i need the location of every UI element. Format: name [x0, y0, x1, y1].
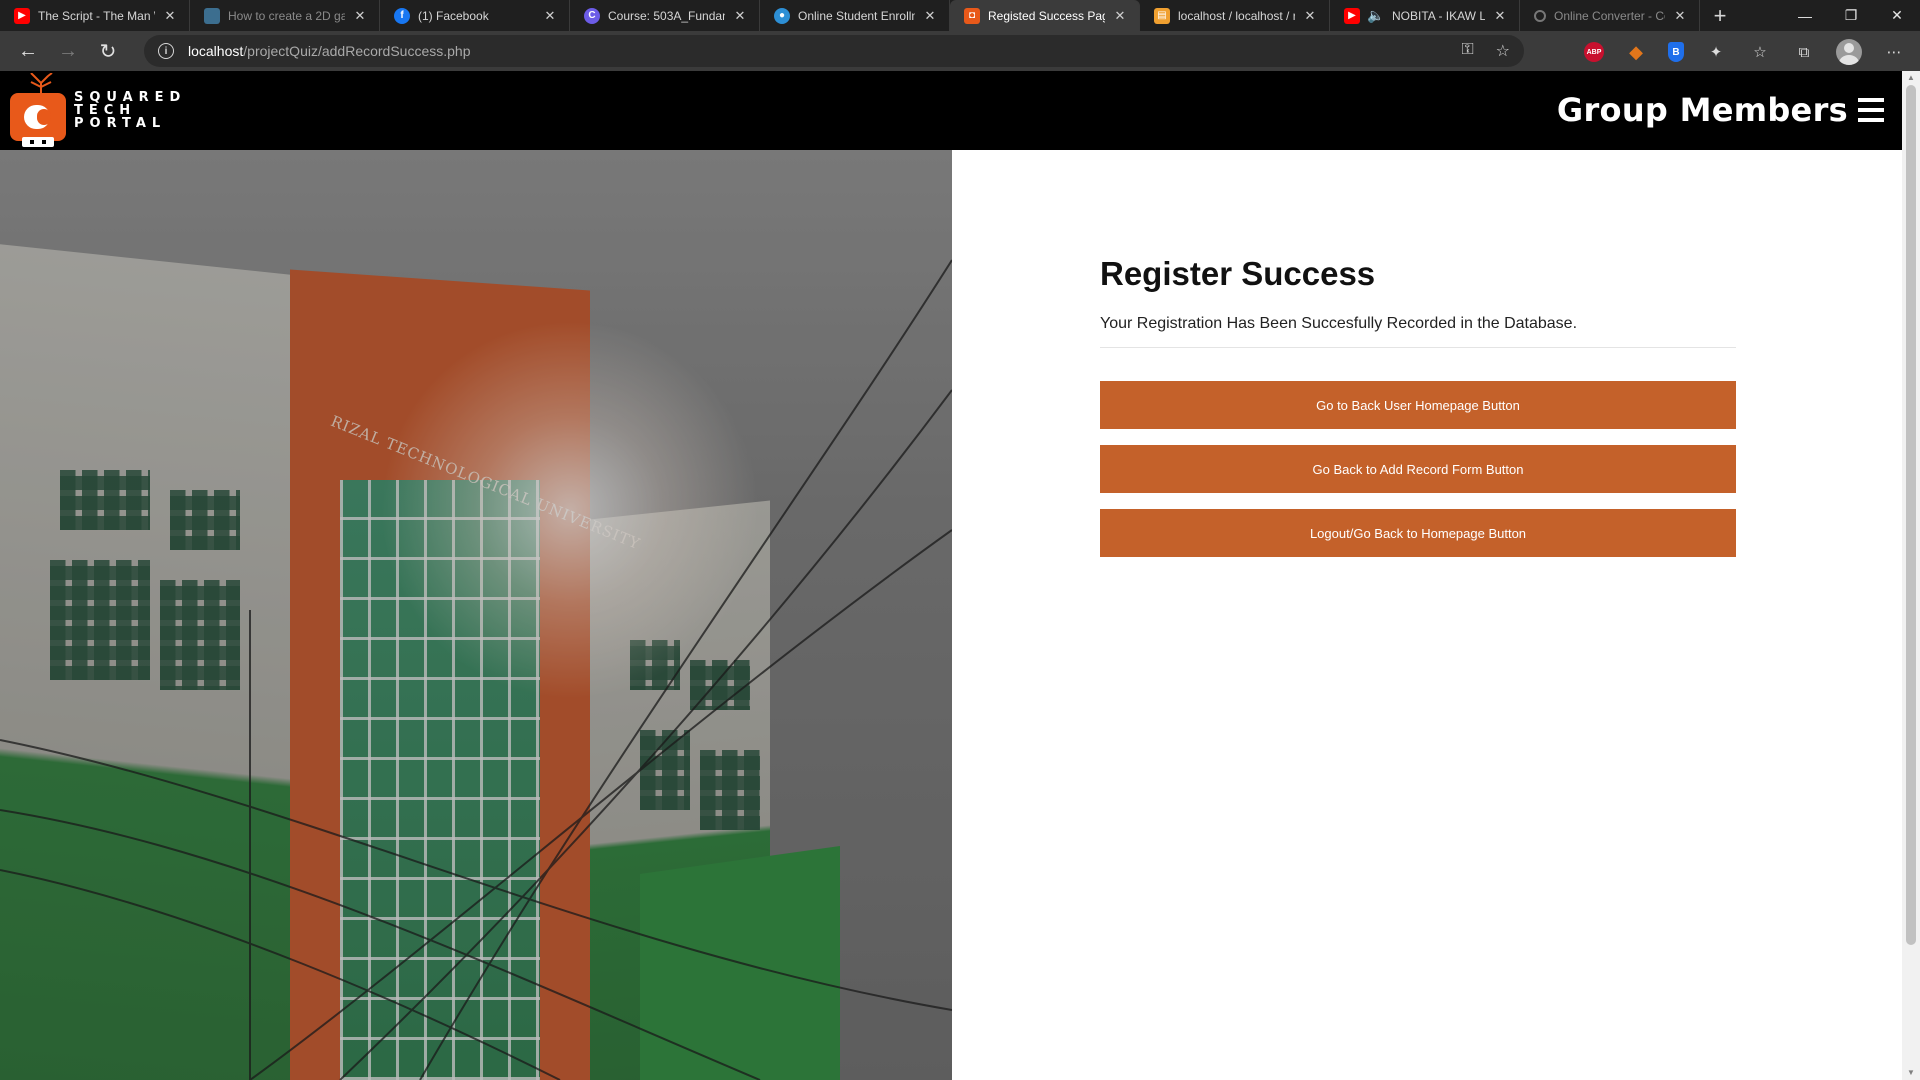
- close-tab-icon[interactable]: ✕: [1301, 8, 1319, 24]
- youtube-icon: ▶: [1344, 7, 1360, 24]
- adblock-icon[interactable]: ABP: [1584, 42, 1604, 62]
- browser-tab[interactable]: ▤ localhost / localhost / r ✕: [1140, 0, 1330, 31]
- scrollbar-thumb[interactable]: [1906, 85, 1916, 945]
- tree-icon: [30, 73, 53, 95]
- extensions-puzzle-icon[interactable]: ✦: [1704, 40, 1728, 64]
- restore-icon[interactable]: ❐: [1828, 0, 1874, 31]
- browser-tab[interactable]: ● Online Student Enrollm ✕: [760, 0, 950, 31]
- enroll-icon: ●: [774, 7, 790, 24]
- site-header: SQUARED TECH PORTAL Group Members: [0, 71, 1902, 150]
- browser-tab[interactable]: ▶ 🔈 NOBITA - IKAW LA ✕: [1330, 0, 1520, 31]
- forward-arrow-icon[interactable]: →: [48, 31, 88, 71]
- scroll-down-icon[interactable]: ▼: [1906, 1068, 1916, 1078]
- close-tab-icon[interactable]: ✕: [921, 8, 939, 24]
- url-path: /projectQuiz/addRecordSuccess.php: [243, 43, 471, 59]
- minimize-icon[interactable]: —: [1782, 0, 1828, 31]
- youtube-icon: ▶: [14, 7, 30, 24]
- reload-icon[interactable]: ↻: [88, 31, 128, 71]
- tab-title: Course: 503A_Fundame: [608, 8, 725, 23]
- more-menu-icon[interactable]: ⋯: [1882, 40, 1906, 64]
- loading-icon: [1534, 9, 1546, 22]
- phpmyadmin-icon: ▤: [1154, 7, 1170, 24]
- close-tab-icon[interactable]: ✕: [1111, 8, 1129, 24]
- tab-title: Online Converter - Co: [1554, 8, 1665, 23]
- tab-title: Registed Success Page: [988, 8, 1105, 23]
- success-message: Your Registration Has Been Succesfully R…: [1100, 315, 1736, 348]
- speaker-icon[interactable]: 🔈: [1367, 7, 1384, 24]
- site-info-icon[interactable]: i: [158, 43, 174, 59]
- html-icon: ◘: [964, 7, 980, 24]
- logout-button[interactable]: Logout/Go Back to Homepage Button: [1100, 509, 1736, 557]
- action-buttons: Go to Back User Homepage Button Go Back …: [1100, 381, 1736, 557]
- tab-title: How to create a 2D gar: [228, 8, 345, 23]
- page-title: Register Success: [1100, 255, 1376, 292]
- close-tab-icon[interactable]: ✕: [1671, 8, 1689, 24]
- tab-title: Online Student Enrollm: [798, 8, 915, 23]
- hero-image: RIZAL TECHNOLOGICAL UNIVERSITY: [0, 150, 952, 1080]
- browser-tab[interactable]: ▶ The Script - The Man W ✕: [0, 0, 190, 31]
- browser-tab[interactable]: Online Converter - Co ✕: [1520, 0, 1700, 31]
- close-tab-icon[interactable]: ✕: [731, 8, 749, 24]
- close-window-icon[interactable]: ✕: [1874, 0, 1920, 31]
- group-members-link[interactable]: Group Members: [1557, 91, 1848, 129]
- favorites-icon[interactable]: ☆: [1748, 40, 1772, 64]
- scroll-up-icon[interactable]: ▲: [1906, 73, 1916, 83]
- tab-title: NOBITA - IKAW LA: [1392, 8, 1485, 23]
- success-panel: Register Success Your Registration Has B…: [1100, 255, 1736, 557]
- metamask-icon[interactable]: ◆: [1624, 40, 1648, 64]
- site-logo[interactable]: SQUARED TECH PORTAL: [8, 71, 208, 149]
- logo-text: SQUARED TECH PORTAL: [74, 91, 186, 130]
- close-tab-icon[interactable]: ✕: [541, 8, 559, 24]
- add-favorite-icon[interactable]: ☆: [1496, 41, 1510, 61]
- close-tab-icon[interactable]: ✕: [1491, 8, 1509, 24]
- logo-base: [22, 137, 54, 147]
- logo-line: PORTAL: [74, 116, 167, 131]
- browser-toolbar: ← → ↻ i localhost/projectQuiz/addRecordS…: [0, 31, 1920, 71]
- browser-tab-active[interactable]: ◘ Registed Success Page ✕: [950, 0, 1140, 31]
- key-icon[interactable]: ⚿: [1461, 41, 1473, 61]
- logo-mark-icon: [10, 93, 66, 141]
- tab-title: localhost / localhost / r: [1178, 8, 1295, 23]
- window-controls: — ❐ ✕: [1782, 0, 1920, 31]
- page-icon: [204, 7, 220, 24]
- tab-title: The Script - The Man W: [38, 8, 155, 23]
- course-icon: C: [584, 7, 600, 24]
- browser-tab[interactable]: f (1) Facebook ✕: [380, 0, 570, 31]
- profile-avatar-icon[interactable]: [1836, 39, 1862, 65]
- close-tab-icon[interactable]: ✕: [351, 8, 369, 24]
- close-tab-icon[interactable]: ✕: [161, 8, 179, 24]
- collections-icon[interactable]: ⧉: [1792, 40, 1816, 64]
- new-tab-icon[interactable]: +: [1700, 0, 1740, 31]
- extension-bar: ABP ◆ B ✦ ☆ ⧉ ⋯: [1584, 39, 1906, 65]
- page-viewport: SQUARED TECH PORTAL Group Members RIZAL …: [0, 71, 1920, 1080]
- address-bar[interactable]: i localhost/projectQuiz/addRecordSuccess…: [144, 35, 1524, 67]
- tab-title: (1) Facebook: [418, 8, 489, 23]
- browser-tab[interactable]: How to create a 2D gar ✕: [190, 0, 380, 31]
- back-to-add-record-form-button[interactable]: Go Back to Add Record Form Button: [1100, 445, 1736, 493]
- power-lines: [0, 259, 952, 1080]
- url-host: localhost: [188, 43, 244, 59]
- back-arrow-icon[interactable]: ←: [8, 31, 48, 71]
- bitwarden-icon[interactable]: B: [1668, 42, 1684, 62]
- browser-tab[interactable]: C Course: 503A_Fundame ✕: [570, 0, 760, 31]
- hamburger-menu-icon[interactable]: [1858, 98, 1884, 122]
- back-to-user-homepage-button[interactable]: Go to Back User Homepage Button: [1100, 381, 1736, 429]
- facebook-icon: f: [394, 7, 410, 24]
- page-scrollbar[interactable]: ▲ ▼: [1902, 71, 1920, 1080]
- browser-tab-strip: ▶ The Script - The Man W ✕ How to create…: [0, 0, 1920, 31]
